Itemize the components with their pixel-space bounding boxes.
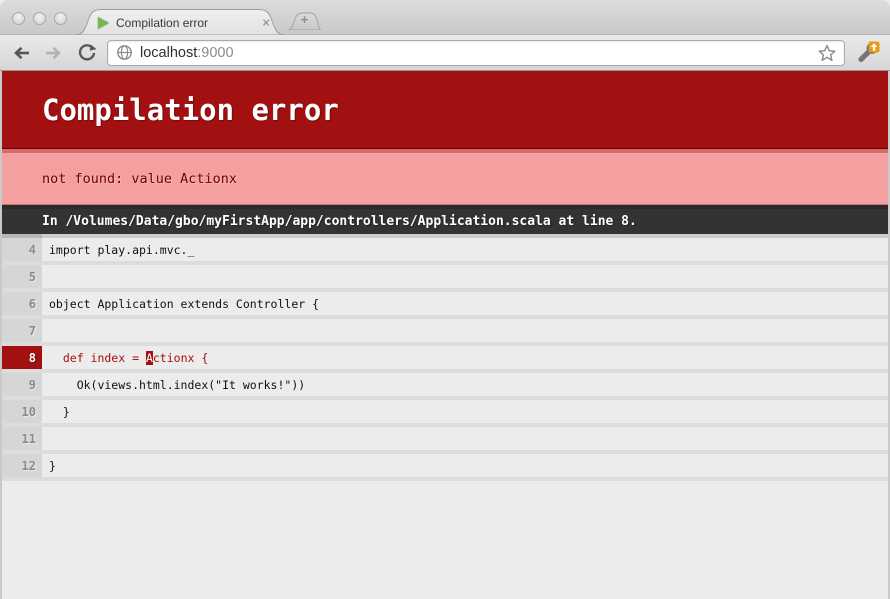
line-number: 9 [2, 373, 42, 396]
page-content: Compilation error not found: value Actio… [0, 71, 890, 599]
code-line: 7 [2, 319, 888, 346]
address-bar[interactable]: localhost:9000 [107, 40, 845, 66]
url-host: localhost [140, 45, 197, 61]
code-line: 11 [2, 427, 888, 454]
plus-icon: + [288, 11, 321, 30]
back-arrow-icon [10, 44, 32, 62]
bookmark-star-button[interactable] [818, 44, 836, 62]
code-text: Ok(views.html.index("It works!")) [42, 373, 888, 396]
code-text: } [42, 400, 888, 423]
tab-title: Compilation error [116, 16, 256, 30]
code-text: } [42, 454, 888, 477]
line-number: 4 [2, 238, 42, 261]
forward-arrow-icon [43, 44, 65, 62]
back-button[interactable] [8, 40, 34, 66]
line-number: 11 [2, 427, 42, 450]
star-outline-icon [818, 44, 836, 62]
error-location: In /Volumes/Data/gbo/myFirstApp/app/cont… [2, 205, 888, 234]
browser-menu-button[interactable] [852, 39, 882, 67]
line-number: 8 [2, 346, 42, 369]
error-marker: A [146, 351, 153, 365]
code-line: 6object Application extends Controller { [2, 292, 888, 319]
window-close-button[interactable] [12, 12, 25, 25]
line-number: 5 [2, 265, 42, 288]
code-line: 9 Ok(views.html.index("It works!")) [2, 373, 888, 400]
tab-strip: Compilation error × + [0, 0, 890, 35]
wrench-icon [854, 40, 880, 66]
url-port: :9000 [197, 45, 233, 61]
line-number: 12 [2, 454, 42, 477]
globe-icon [116, 44, 133, 61]
code-block: 4import play.api.mvc._5 6object Applicati… [2, 234, 888, 481]
reload-button[interactable] [74, 40, 100, 66]
code-text [42, 319, 888, 342]
line-number: 7 [2, 319, 42, 342]
code-text [42, 427, 888, 450]
code-line: 12} [2, 454, 888, 481]
browser-window: Compilation error × + [0, 0, 890, 599]
code-text: def index = Actionx { [42, 346, 888, 369]
code-text [42, 265, 888, 288]
browser-toolbar: localhost:9000 [0, 35, 890, 71]
code-text: import play.api.mvc._ [42, 238, 888, 261]
forward-button[interactable] [41, 40, 67, 66]
code-line: 8 def index = Actionx { [2, 346, 888, 373]
error-detail: not found: value Actionx [2, 149, 888, 205]
reload-icon [76, 42, 98, 64]
code-text: object Application extends Controller { [42, 292, 888, 315]
new-tab-button[interactable]: + [288, 11, 321, 30]
window-minimize-button[interactable] [33, 12, 46, 25]
url-text[interactable]: localhost:9000 [140, 45, 234, 61]
play-framework-favicon-icon [98, 17, 109, 29]
code-line: 5 [2, 265, 888, 292]
window-controls [12, 12, 67, 25]
tab-close-icon[interactable]: × [262, 16, 270, 29]
code-line: 4import play.api.mvc._ [2, 238, 888, 265]
code-lines: 4import play.api.mvc._5 6object Applicati… [2, 238, 888, 481]
window-zoom-button[interactable] [54, 12, 67, 25]
line-number: 10 [2, 400, 42, 423]
code-line: 10 } [2, 400, 888, 427]
line-number: 6 [2, 292, 42, 315]
tab-content: Compilation error × [76, 8, 284, 35]
page-title: Compilation error [2, 71, 888, 149]
tab-compilation-error[interactable]: Compilation error × [76, 8, 284, 35]
